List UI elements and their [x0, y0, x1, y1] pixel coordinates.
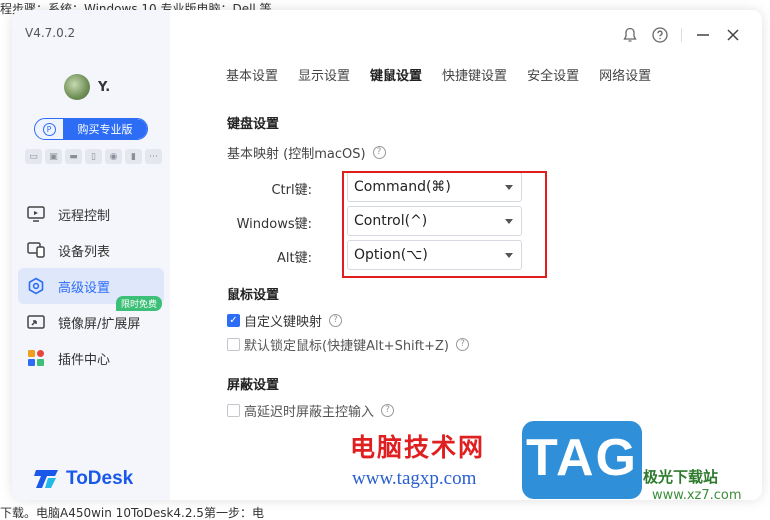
- ctrl-key-label: Ctrl键:: [271, 183, 312, 198]
- question-icon[interactable]: [645, 24, 675, 46]
- todesk-logo-icon: [34, 470, 58, 488]
- mirror-screen-icon: [26, 312, 46, 332]
- tab-display[interactable]: 显示设置: [298, 65, 350, 84]
- watermark-text: 电脑技术网: [350, 433, 486, 462]
- block-section-title: 屏蔽设置: [227, 378, 280, 393]
- settings-tabs: 基本设置 显示设置 键鼠设置 快捷键设置 安全设置 网络设置: [226, 65, 651, 84]
- pro-icon: P: [35, 119, 63, 139]
- username[interactable]: Y.: [98, 80, 110, 95]
- device-icons: ▭ ▣ ▬ ▯ ◉ ▮ ⋯: [25, 149, 162, 164]
- free-badge: 限时免费: [115, 296, 162, 311]
- sidebar-item-mirror-screen[interactable]: 镜像屏/扩展屏 限时免费: [18, 296, 164, 340]
- help-icon[interactable]: ?: [329, 314, 343, 327]
- divider: [681, 28, 682, 42]
- settings-hex-icon: [26, 276, 46, 296]
- sidebar-item-device-list[interactable]: 设备列表: [18, 232, 164, 268]
- windows-key-label: Windows键:: [236, 217, 312, 232]
- device-list-icon: [26, 240, 46, 260]
- minimize-icon[interactable]: [688, 24, 718, 46]
- sidebar-item-label: 高级设置: [58, 280, 111, 296]
- window-controls: [615, 24, 748, 46]
- tablet-icon[interactable]: ▯: [85, 149, 102, 164]
- delay-block-checkbox[interactable]: [227, 404, 240, 417]
- tab-shortcuts[interactable]: 快捷键设置: [442, 65, 507, 84]
- tab-keyboard-mouse[interactable]: 键鼠设置: [370, 65, 422, 84]
- more-icon[interactable]: ⋯: [145, 149, 162, 164]
- tab-security[interactable]: 安全设置: [527, 65, 579, 84]
- phone-icon[interactable]: ▮: [125, 149, 142, 164]
- version-label: V4.7.0.2: [25, 26, 76, 40]
- gamepad-icon[interactable]: ▭: [25, 149, 42, 164]
- sidebar-item-label: 镜像屏/扩展屏: [58, 316, 141, 332]
- robot-icon[interactable]: ◉: [105, 149, 122, 164]
- todesk-window: V4.7.0.2 Y. P 购买专业版 ▭ ▣ ▬ ▯ ◉ ▮ ⋯ 远程控制 设…: [12, 10, 762, 500]
- watermark-site-url: www.xz7.com: [652, 488, 742, 503]
- mouse-section-title: 鼠标设置: [227, 288, 280, 303]
- tab-network[interactable]: 网络设置: [599, 65, 651, 84]
- help-icon[interactable]: ?: [456, 338, 469, 351]
- delay-block-row: 高延迟时屏蔽主控输入 ?: [227, 401, 395, 420]
- sidebar-nav: 远程控制 设备列表 高级设置 镜像屏/扩展屏 限时免费 插件中心: [18, 196, 164, 376]
- basic-mapping-label: 基本映射 (控制macOS): [227, 147, 366, 162]
- avatar[interactable]: [64, 74, 90, 100]
- sidebar: V4.7.0.2 Y. P 购买专业版 ▭ ▣ ▬ ▯ ◉ ▮ ⋯ 远程控制 设…: [12, 10, 170, 500]
- background-text-bottom: 下载。电脑A450win 10ToDesk4.2.5第一步：电: [0, 506, 264, 520]
- help-icon[interactable]: ?: [372, 146, 386, 159]
- close-icon[interactable]: [718, 24, 748, 46]
- lock-mouse-row: 默认锁定鼠标(快捷键Alt+Shift+Z) ?: [227, 335, 469, 354]
- todesk-logo: ToDesk: [34, 468, 133, 490]
- buy-pro-button[interactable]: P 购买专业版: [34, 118, 148, 140]
- remote-control-icon: [26, 204, 46, 224]
- monitor-icon[interactable]: ▬: [65, 149, 82, 164]
- plugin-icon: [26, 348, 46, 368]
- delay-block-label[interactable]: 高延迟时屏蔽主控输入: [244, 401, 374, 420]
- lock-mouse-label[interactable]: 默认锁定鼠标(快捷键Alt+Shift+Z): [244, 335, 449, 354]
- highlight-box: [342, 171, 547, 278]
- custom-key-mapping-row: ✓ 自定义键映射 ?: [227, 311, 343, 330]
- sidebar-item-label: 远程控制: [58, 208, 111, 224]
- sidebar-item-plugin-center[interactable]: 插件中心: [18, 340, 164, 376]
- alt-key-label: Alt键:: [277, 251, 312, 266]
- bell-icon[interactable]: [615, 24, 645, 46]
- watermark-tag-text: TAG: [526, 429, 638, 487]
- keyboard-section-title: 键盘设置: [227, 117, 280, 132]
- custom-key-mapping-checkbox[interactable]: ✓: [227, 314, 240, 327]
- help-icon[interactable]: ?: [381, 404, 395, 417]
- watermark-url: www.tagxp.com: [352, 468, 477, 489]
- lock-mouse-checkbox[interactable]: [227, 338, 240, 351]
- logo-text: ToDesk: [66, 468, 134, 489]
- watermark-site-name: 极光下载站: [643, 468, 719, 486]
- custom-key-mapping-label[interactable]: 自定义键映射: [244, 311, 322, 330]
- sidebar-item-label: 插件中心: [58, 352, 111, 368]
- camera-icon[interactable]: ▣: [45, 149, 62, 164]
- sidebar-item-label: 设备列表: [58, 244, 111, 260]
- sidebar-item-remote-control[interactable]: 远程控制: [18, 196, 164, 232]
- buy-pro-label: 购买专业版: [63, 119, 147, 139]
- basic-mapping-line: 基本映射 (控制macOS) ?: [227, 143, 386, 162]
- tab-basic[interactable]: 基本设置: [226, 65, 278, 84]
